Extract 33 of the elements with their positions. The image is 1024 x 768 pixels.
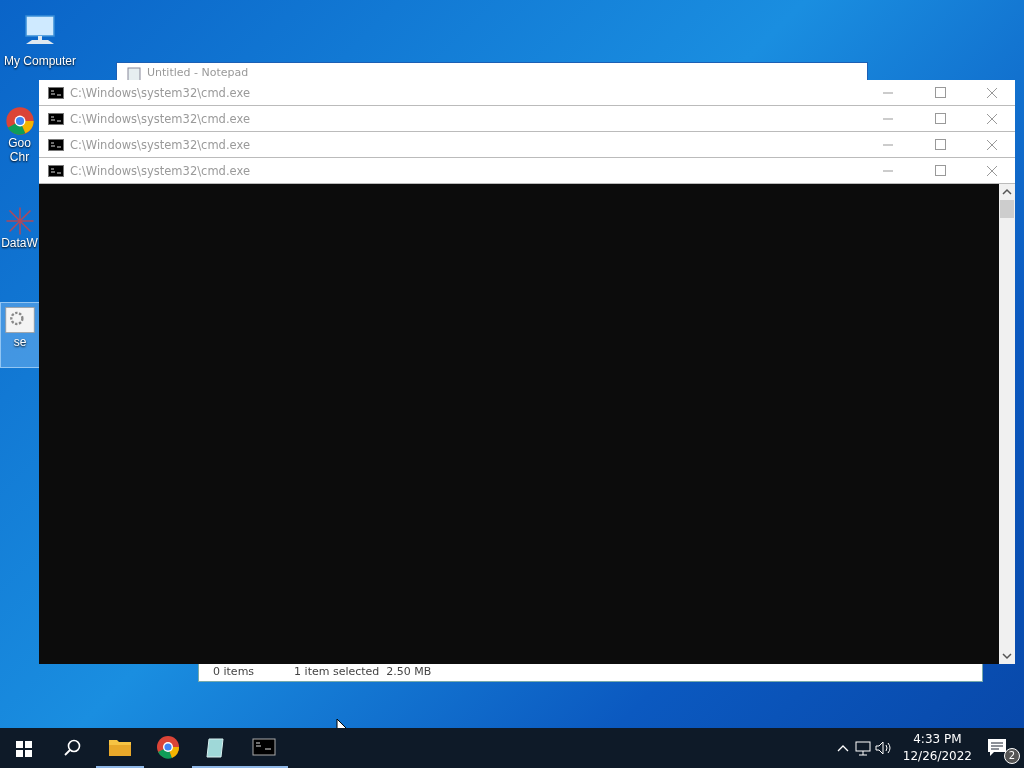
window-title: C:\Windows\system32\cmd.exe bbox=[70, 85, 250, 100]
chrome-icon bbox=[4, 106, 35, 136]
network-icon[interactable] bbox=[852, 738, 873, 758]
icon-label: Chr bbox=[9, 150, 30, 164]
console-icon bbox=[252, 735, 276, 759]
desktop-icon[interactable]: se bbox=[0, 302, 39, 368]
icon-label: DataW bbox=[1, 236, 38, 250]
desktop-icon[interactable]: My Computer bbox=[0, 8, 80, 74]
console-icon bbox=[48, 86, 64, 99]
network-graph-icon bbox=[4, 206, 35, 236]
window-title: C:\Windows\system32\cmd.exe bbox=[70, 111, 250, 126]
scrollbar[interactable] bbox=[999, 184, 1015, 664]
clock[interactable]: 4:33 PM 12/26/2022 bbox=[902, 731, 972, 765]
chrome-icon bbox=[156, 735, 180, 759]
icon-label: My Computer bbox=[4, 54, 76, 68]
window-title: C:\Windows\system32\cmd.exe bbox=[70, 137, 250, 152]
clock-time: 4:33 PM bbox=[913, 731, 962, 748]
scroll-thumb[interactable] bbox=[1000, 200, 1014, 218]
console-icon bbox=[48, 138, 64, 151]
gear-file-icon bbox=[5, 305, 35, 335]
notification-count: 2 bbox=[1004, 748, 1020, 764]
console-icon bbox=[48, 112, 64, 125]
notification-icon[interactable] bbox=[986, 737, 1008, 759]
status-text: 1 item selected 2.50 MB bbox=[294, 666, 432, 678]
icon-label: Goo bbox=[8, 136, 31, 150]
window-title: Untitled - Notepad bbox=[147, 66, 249, 79]
desktop-icon[interactable]: Goo Chr bbox=[0, 104, 39, 170]
console-icon bbox=[48, 164, 64, 177]
icon-label: se bbox=[13, 335, 27, 349]
status-text: 0 items bbox=[213, 666, 255, 678]
desktop-icon[interactable]: DataW bbox=[0, 204, 39, 270]
window-title: C:\Windows\system32\cmd.exe bbox=[70, 163, 250, 178]
clock-date: 12/26/2022 bbox=[902, 748, 972, 765]
